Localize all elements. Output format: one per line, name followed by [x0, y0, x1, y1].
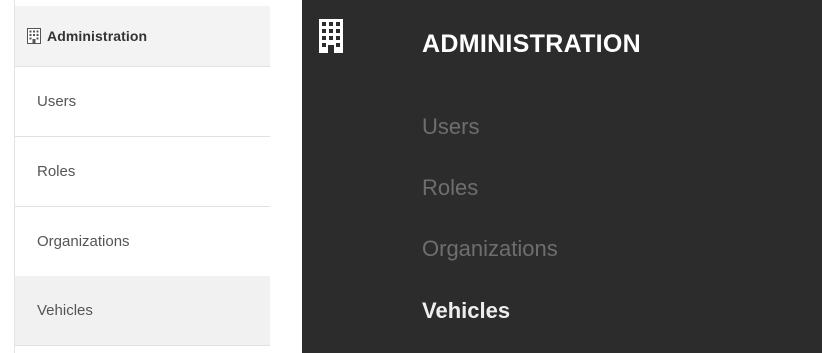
menu-item-label: Vehicles: [37, 302, 93, 319]
menu-item-label: Vehicles: [422, 298, 511, 323]
menu-item-label: Roles: [37, 163, 76, 180]
light-menu-item-organizations[interactable]: Organizations: [15, 207, 270, 277]
building-icon: [27, 28, 41, 44]
light-menu-item-users[interactable]: Users: [15, 67, 270, 137]
light-menu-item-vehicles[interactable]: Vehicles: [15, 276, 270, 346]
menu-comparison: Administration Users Roles Organizations…: [0, 0, 822, 353]
dark-menu-item-roles[interactable]: Roles: [422, 175, 478, 201]
menu-item-label: Users: [422, 114, 480, 139]
building-icon: [319, 19, 343, 53]
light-menu-header[interactable]: Administration: [15, 6, 270, 67]
dark-sidebar-menu: ADMINISTRATION Users Roles Organizations…: [302, 0, 822, 353]
dark-menu-item-vehicles[interactable]: Vehicles: [422, 298, 510, 324]
dark-menu-header[interactable]: ADMINISTRATION: [302, 6, 822, 82]
dark-menu-title: ADMINISTRATION: [422, 30, 641, 58]
dark-menu-item-organizations[interactable]: Organizations: [422, 236, 558, 262]
dark-menu-item-users[interactable]: Users: [422, 114, 479, 140]
light-menu-item-roles[interactable]: Roles: [15, 137, 270, 207]
light-sidebar-menu: Administration Users Roles Organizations…: [14, 0, 270, 353]
menu-item-label: Organizations: [422, 236, 558, 261]
menu-item-label: Roles: [422, 175, 479, 200]
menu-item-label: Users: [37, 93, 77, 110]
menu-item-label: Organizations: [37, 233, 130, 250]
light-menu-title: Administration: [47, 28, 148, 44]
